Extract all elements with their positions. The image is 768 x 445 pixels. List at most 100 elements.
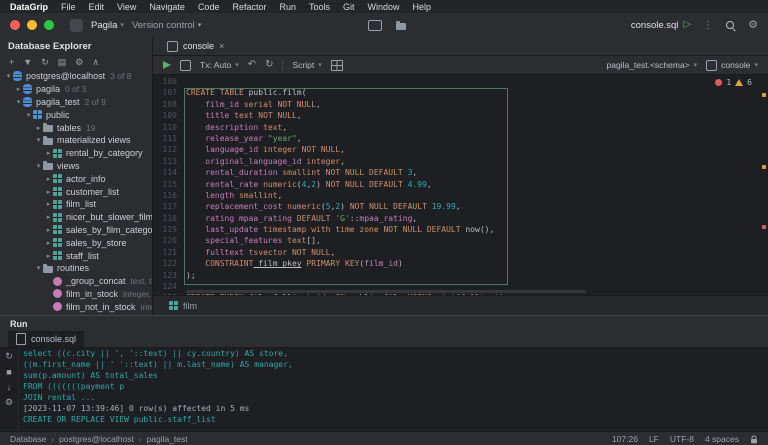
console-output[interactable]: select ((c.city || ', '::text) || cy.cou… (19, 348, 768, 432)
chevron-right-icon[interactable]: ▸ (44, 149, 53, 157)
menu-run[interactable]: Run (279, 2, 296, 12)
menu-view[interactable]: View (117, 2, 136, 12)
chevron-right-icon[interactable]: ▸ (44, 175, 53, 183)
code-line[interactable]: 107 CREATE TABLE public.film( (153, 88, 768, 99)
minimize-button[interactable] (27, 20, 37, 30)
chevron-right-icon[interactable]: ▸ (44, 252, 53, 260)
error-stripe[interactable] (760, 75, 768, 295)
project-widget[interactable]: Pagila ▾ (91, 20, 124, 31)
menu-help[interactable]: Help (413, 2, 432, 12)
status-widget[interactable]: LF (649, 434, 659, 444)
code-line[interactable]: 123); (153, 271, 768, 282)
code-line[interactable]: 121 fulltext tsvector NOT NULL, (153, 248, 768, 259)
stop-icon[interactable]: ■ (6, 367, 11, 377)
menu-refactor[interactable]: Refactor (232, 2, 266, 12)
vcs-widget[interactable]: Version control ▾ (132, 20, 201, 31)
tree-item-materialized views[interactable]: ▾ materialized views (0, 134, 152, 147)
status-breadcrumb-item[interactable]: pagila_test (147, 434, 188, 444)
filter-icon[interactable]: ▼ (23, 58, 32, 67)
rerun-icon[interactable]: ↻ (5, 351, 13, 362)
schema-switcher[interactable]: pagila_test.<schema> ▾ (606, 60, 697, 70)
settings-gear-icon[interactable]: ⚙ (748, 19, 758, 31)
terminal-icon[interactable] (368, 19, 382, 31)
chevron-down-icon[interactable]: ▾ (14, 98, 23, 106)
tree-item-public[interactable]: ▾ public (0, 108, 152, 121)
tree-item-film_list[interactable]: ▸ film_list (0, 198, 152, 211)
run-panel-title[interactable]: Run (0, 316, 768, 331)
run-configuration-widget[interactable]: console.sql ▷ (631, 20, 691, 31)
tree-item-pagila_test[interactable]: ▾ pagila_test 2 of 9 (0, 96, 152, 109)
run-icon[interactable]: ▷ (683, 20, 691, 30)
chevron-down-icon[interactable]: ▾ (34, 264, 43, 272)
error-stripe-mark[interactable] (762, 225, 766, 229)
result-view-icon[interactable] (330, 59, 343, 71)
warning-stripe-mark[interactable] (762, 93, 766, 97)
code-line[interactable]: 125CREATE INDEX film_fulltext_idx ON pub… (153, 293, 768, 295)
chevron-down-icon[interactable]: ▾ (34, 136, 43, 144)
tree-item-routines[interactable]: ▾ routines (0, 262, 152, 275)
breadcrumb-item[interactable]: film (183, 301, 197, 311)
tree-item-sales_by_store[interactable]: ▸ sales_by_store (0, 236, 152, 249)
menu-tools[interactable]: Tools (309, 2, 330, 12)
menu-file[interactable]: File (61, 2, 76, 12)
code-line[interactable]: 108 film_id serial NOT NULL, (153, 100, 768, 111)
console-icon[interactable]: ▤ (58, 58, 67, 67)
gear-icon[interactable]: ⚙ (5, 397, 13, 408)
code-line[interactable]: 115 rental_rate numeric(4,2) NOT NULL DE… (153, 180, 768, 191)
status-widget[interactable]: UTF-8 (670, 434, 694, 444)
collapse-icon[interactable]: ∧ (92, 58, 99, 67)
tree-item-staff_list[interactable]: ▸ staff_list (0, 249, 152, 262)
code-line[interactable]: 117 replacement_cost numeric(5,2) NOT NU… (153, 202, 768, 213)
status-widget[interactable]: 107:26 (612, 434, 638, 444)
menu-code[interactable]: Code (198, 2, 220, 12)
chevron-down-icon[interactable]: ▾ (34, 162, 43, 170)
warning-stripe-mark[interactable] (762, 165, 766, 169)
close-button[interactable] (10, 20, 20, 30)
chevron-right-icon[interactable]: ▸ (44, 239, 53, 247)
lock-icon[interactable] (750, 434, 758, 444)
horizontal-scrollbar[interactable] (186, 290, 586, 293)
code-line[interactable]: 110 description text, (153, 123, 768, 134)
code-line[interactable]: 114 rental_duration smallint NOT NULL DE… (153, 168, 768, 179)
search-icon[interactable] (725, 20, 736, 31)
status-breadcrumb-item[interactable]: Database (10, 434, 46, 444)
more-actions-icon[interactable]: ⋮ (703, 20, 713, 31)
inspections-widget[interactable]: 1 6 (715, 78, 752, 87)
chevron-right-icon[interactable]: ▸ (44, 213, 53, 221)
menu-window[interactable]: Window (368, 2, 400, 12)
tree-item-nicer_but_slower_film_list[interactable]: ▸ nicer_but_slower_film_list (0, 211, 152, 224)
menu-edit[interactable]: Edit (89, 2, 105, 12)
tree-item-customer_list[interactable]: ▸ customer_list (0, 185, 152, 198)
add-icon[interactable]: + (9, 58, 14, 67)
code-line[interactable]: 120 special_features text[], (153, 236, 768, 247)
chevron-right-icon[interactable]: ▸ (44, 200, 53, 208)
tree-item-rental_by_category[interactable]: ▸ rental_by_category (0, 147, 152, 160)
rollback-icon[interactable]: ↶ (248, 60, 256, 70)
editor-tab-console[interactable]: console × (159, 37, 232, 55)
tree-item-pagila[interactable]: ▸ pagila 0 of 3 (0, 83, 152, 96)
maximize-button[interactable] (44, 20, 54, 30)
code-line[interactable]: 112 language_id integer NOT NULL, (153, 145, 768, 156)
chevron-right-icon[interactable]: ▸ (34, 124, 43, 132)
code-line[interactable]: 111 release_year "year", (153, 134, 768, 145)
run-tab-console-sql[interactable]: console.sql (8, 331, 85, 347)
status-widget[interactable]: 4 spaces (705, 434, 739, 444)
code-line[interactable]: 119 last_update timestamp with time zone… (153, 225, 768, 236)
tx-mode-dropdown[interactable]: Tx: Auto ▾ (200, 60, 239, 70)
chevron-right-icon[interactable]: ▸ (14, 85, 23, 93)
session-switcher[interactable]: console ▾ (706, 59, 758, 71)
code-line[interactable]: 109 title text NOT NULL, (153, 111, 768, 122)
menu-datagrip[interactable]: DataGrip (10, 2, 48, 12)
close-tab-icon[interactable]: × (219, 41, 224, 51)
tree-item-sales_by_film_category[interactable]: ▸ sales_by_film_category (0, 224, 152, 237)
refresh-icon[interactable]: ↻ (41, 58, 49, 67)
status-breadcrumb-item[interactable]: postgres@localhost (59, 434, 134, 444)
chevron-right-icon[interactable]: ▸ (44, 188, 53, 196)
code-editor[interactable]: 106 107 CREATE TABLE public.film(108 film_… (153, 75, 768, 295)
chevron-down-icon[interactable]: ▾ (4, 72, 13, 80)
refresh-icon[interactable]: ↻ (265, 60, 273, 70)
code-line[interactable]: 106 (153, 77, 768, 88)
chevron-right-icon[interactable]: ▸ (44, 226, 53, 234)
tree-item-postgres@localhost[interactable]: ▾ postgres@localhost 3 of 8 (0, 70, 152, 83)
console-history-icon[interactable] (180, 59, 191, 71)
